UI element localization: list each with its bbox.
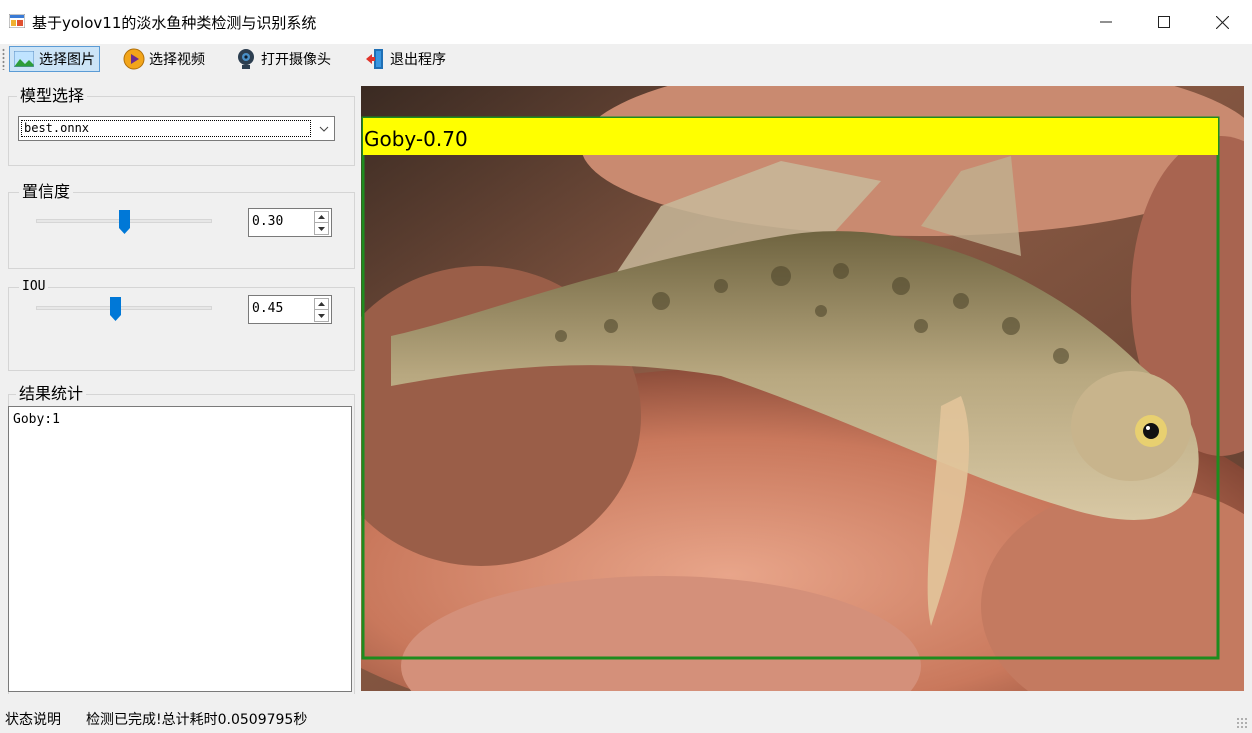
toolbar-grip[interactable]	[2, 48, 5, 70]
maximize-button[interactable]	[1134, 0, 1194, 44]
app-icon	[9, 14, 25, 28]
detection-image-view: Goby-0.70	[361, 86, 1244, 691]
status-text: 检测已完成!总计耗时0.0509795秒	[86, 712, 308, 728]
title-bar: 基于yolov11的淡水鱼种类检测与识别系统	[0, 0, 1252, 44]
confidence-group-title: 置信度	[19, 182, 74, 202]
select-video-label: 选择视频	[149, 52, 205, 68]
play-video-icon	[123, 48, 145, 70]
confidence-up-button[interactable]	[315, 212, 328, 223]
iou-value: 0.45	[252, 301, 284, 316]
select-image-label: 选择图片	[39, 52, 95, 68]
arrow-down-icon	[318, 226, 325, 231]
app-window: 基于yolov11的淡水鱼种类检测与识别系统 选择图片 选择视频 打开摄像头 退…	[0, 0, 1252, 733]
window-title: 基于yolov11的淡水鱼种类检测与识别系统	[32, 14, 317, 32]
close-icon	[1215, 15, 1229, 29]
confidence-slider-thumb[interactable]	[118, 210, 130, 234]
close-button[interactable]	[1192, 0, 1252, 44]
iou-spinner[interactable]: 0.45	[248, 295, 332, 324]
select-image-button[interactable]: 选择图片	[9, 46, 100, 72]
exit-program-label: 退出程序	[390, 52, 446, 68]
model-group-title: 模型选择	[17, 86, 88, 106]
fish-photo: Goby-0.70	[361, 86, 1244, 691]
result-line: Goby:1	[13, 412, 60, 427]
open-camera-label: 打开摄像头	[261, 52, 331, 68]
iou-slider-thumb[interactable]	[109, 297, 121, 321]
exit-door-icon	[364, 48, 386, 70]
detection-label: Goby-0.70	[364, 127, 468, 151]
minimize-button[interactable]	[1076, 0, 1136, 44]
results-group-title: 结果统计	[16, 384, 87, 404]
results-textbox[interactable]: Goby:1	[8, 406, 352, 692]
status-label: 状态说明	[5, 712, 61, 728]
select-video-button[interactable]: 选择视频	[120, 46, 209, 72]
arrow-up-icon	[318, 302, 325, 306]
iou-up-button[interactable]	[315, 299, 328, 310]
iou-group-title: IOU	[19, 277, 49, 297]
model-select-value: best.onnx	[21, 120, 311, 137]
open-camera-button[interactable]: 打开摄像头	[232, 46, 335, 72]
resize-grip[interactable]	[1236, 717, 1248, 729]
iou-down-button[interactable]	[315, 310, 328, 321]
confidence-value: 0.30	[252, 214, 284, 229]
arrow-up-icon	[318, 215, 325, 219]
arrow-down-icon	[318, 313, 325, 318]
exit-program-button[interactable]: 退出程序	[361, 46, 450, 72]
chevron-down-icon	[319, 126, 329, 132]
picture-icon	[13, 48, 35, 70]
toolbar: 选择图片 选择视频 打开摄像头 退出程序	[0, 44, 1252, 74]
detection-label-background	[363, 118, 1218, 155]
status-bar: 状态说明 检测已完成!总计耗时0.0509795秒	[0, 699, 1252, 733]
webcam-icon	[235, 48, 257, 70]
confidence-down-button[interactable]	[315, 223, 328, 234]
iou-slider-track[interactable]	[36, 306, 212, 310]
maximize-icon	[1158, 16, 1170, 28]
minimize-icon	[1100, 21, 1112, 23]
model-select[interactable]: best.onnx	[18, 116, 335, 141]
confidence-spinner[interactable]: 0.30	[248, 208, 332, 237]
